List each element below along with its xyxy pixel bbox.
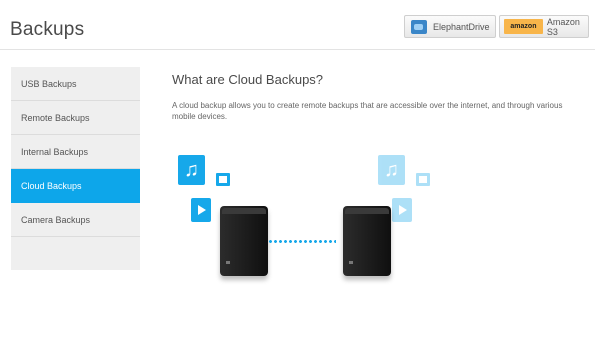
amazon-web-services-logo-icon: amazon bbox=[504, 19, 543, 34]
photo-icon bbox=[416, 173, 430, 186]
amazon-s3-button[interactable]: amazon Amazon S3 bbox=[499, 15, 589, 38]
sidebar-item-label: Camera Backups bbox=[21, 214, 91, 225]
music-icon: ♫ bbox=[178, 155, 205, 185]
sidebar-item-internal-backups[interactable]: Internal Backups bbox=[11, 135, 140, 169]
sidebar-item-label: Remote Backups bbox=[21, 112, 90, 123]
amazon-s3-label: Amazon S3 bbox=[546, 16, 580, 37]
video-icon bbox=[392, 198, 412, 222]
header-divider bbox=[0, 49, 595, 50]
sidebar-item-usb-backups[interactable]: USB Backups bbox=[11, 67, 140, 101]
photo-icon bbox=[216, 173, 230, 186]
elephantdrive-label: ElephantDrive bbox=[433, 21, 490, 32]
sidebar-item-remote-backups[interactable]: Remote Backups bbox=[11, 101, 140, 135]
video-icon bbox=[191, 198, 211, 222]
elephantdrive-logo-icon bbox=[411, 19, 427, 34]
sidebar: USB Backups Remote Backups Internal Back… bbox=[11, 67, 140, 270]
section-title: What are Cloud Backups? bbox=[172, 72, 324, 87]
nas-device-icon bbox=[220, 206, 268, 276]
sidebar-item-label: Internal Backups bbox=[21, 146, 89, 157]
sidebar-item-label: USB Backups bbox=[21, 78, 77, 89]
nas-device-icon bbox=[343, 206, 391, 276]
music-icon: ♫ bbox=[378, 155, 405, 185]
transfer-dots bbox=[268, 240, 336, 243]
page-title: Backups bbox=[10, 19, 85, 40]
elephantdrive-button[interactable]: ElephantDrive bbox=[404, 15, 496, 38]
sidebar-item-camera-backups[interactable]: Camera Backups bbox=[11, 203, 140, 237]
section-description: A cloud backup allows you to create remo… bbox=[172, 101, 563, 121]
sidebar-item-cloud-backups[interactable]: Cloud Backups bbox=[11, 169, 140, 203]
sidebar-item-label: Cloud Backups bbox=[21, 180, 82, 191]
